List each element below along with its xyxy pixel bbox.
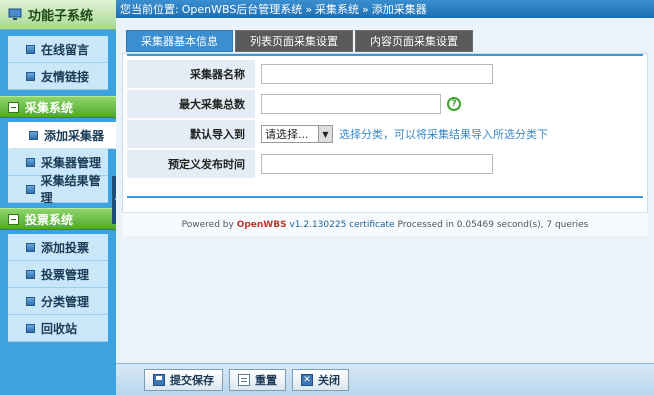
close-icon: ✕ xyxy=(301,373,313,386)
item-icon xyxy=(26,242,35,252)
item-icon xyxy=(26,323,35,333)
processed-text: Processed in 0.05469 second(s), 7 querie… xyxy=(397,219,589,230)
close-button-label: 关闭 xyxy=(318,373,340,387)
sidebar-item-label: 采集器管理 xyxy=(41,155,102,170)
item-icon xyxy=(26,157,35,167)
sidebar-item-guestbook[interactable]: 在线留言 xyxy=(8,36,108,63)
item-icon xyxy=(26,184,35,194)
breadcrumb-current: 添加采集器 xyxy=(371,3,427,16)
form-row-time: 预定义发布时间 xyxy=(127,150,643,178)
item-icon xyxy=(29,130,38,140)
section-header-collect[interactable]: 采集系统 xyxy=(0,96,116,118)
breadcrumb-separator: » xyxy=(305,2,313,16)
save-button-label: 提交保存 xyxy=(170,373,214,387)
sidebar-item-label: 添加采集器 xyxy=(44,128,105,143)
publish-time-label: 预定义发布时间 xyxy=(127,150,255,178)
item-icon xyxy=(26,296,35,306)
max-count-label: 最大采集总数 xyxy=(127,90,255,118)
sidebar-item-label: 回收站 xyxy=(41,321,78,336)
version-text: v1.2.130225 certificate xyxy=(289,219,395,230)
collapse-minus-icon[interactable] xyxy=(8,213,19,225)
save-button[interactable]: 提交保存 xyxy=(144,368,223,391)
sidebar-item-label: 投票管理 xyxy=(41,267,90,282)
sidebar-item-label: 在线留言 xyxy=(41,42,90,57)
category-select-value: 请选择... xyxy=(265,128,309,141)
tab-basic-info[interactable]: 采集器基本信息 xyxy=(126,30,233,52)
powered-text: Powered by xyxy=(181,219,234,230)
default-import-label: 默认导入到 xyxy=(127,120,255,148)
powered-by-footer: Powered by OpenWBS v1.2.130225 certifica… xyxy=(122,212,648,236)
item-icon xyxy=(26,44,35,54)
close-button[interactable]: ✕ 关闭 xyxy=(292,368,349,391)
breadcrumb-link-home[interactable]: OpenWBS后台管理系统 xyxy=(182,1,303,17)
main-content: 采集器基本信息 列表页面采集设置 内容页面采集设置 采集器名称 最大采集总数 ?… xyxy=(116,18,654,363)
publish-time-input[interactable] xyxy=(261,154,493,174)
monitor-icon xyxy=(8,8,22,20)
collapse-minus-icon[interactable] xyxy=(8,101,19,113)
panel-bottom-line xyxy=(127,196,643,198)
sidebar-item-label: 分类管理 xyxy=(41,294,90,309)
sidebar-item-label: 采集结果管理 xyxy=(40,174,101,205)
section-title: 采集系统 xyxy=(25,100,74,115)
save-icon xyxy=(153,373,165,386)
import-hint: 选择分类，可以将采集结果导入所选分类下 xyxy=(339,128,548,141)
sidebar-header: 功能子系统 xyxy=(0,0,116,30)
reset-button[interactable]: 重置 xyxy=(229,368,286,391)
sidebar-item-label: 友情链接 xyxy=(41,69,90,84)
sidebar-item-category-manage[interactable]: 分类管理 xyxy=(8,288,108,315)
chevron-down-icon[interactable]: ▼ xyxy=(318,126,332,142)
form-row-name: 采集器名称 xyxy=(127,60,643,88)
sidebar: 功能子系统 在线留言 友情链接 采集系统 添加采集器 采集器管理 采集结果管理 … xyxy=(0,0,116,395)
collector-name-label: 采集器名称 xyxy=(127,60,255,88)
breadcrumb-link-collect[interactable]: 采集系统 xyxy=(315,1,359,17)
form-row-import: 默认导入到 请选择... ▼ 选择分类，可以将采集结果导入所选分类下 xyxy=(127,120,643,148)
form-panel: 采集器名称 最大采集总数 ? 默认导入到 请选择... ▼ 选择分类，可以将采集… xyxy=(122,53,648,235)
reset-button-label: 重置 xyxy=(255,373,277,387)
collector-name-input[interactable] xyxy=(261,64,493,84)
sidebar-item-add-vote[interactable]: 添加投票 xyxy=(8,234,108,261)
action-bar: 提交保存 重置 ✕ 关闭 xyxy=(116,363,654,395)
tab-list-page-settings[interactable]: 列表页面采集设置 xyxy=(235,30,353,52)
max-count-input[interactable] xyxy=(261,94,441,114)
breadcrumb: 您当前位置: OpenWBS后台管理系统 » 采集系统 » 添加采集器 xyxy=(116,0,654,18)
sidebar-title: 功能子系统 xyxy=(28,9,94,24)
section-header-vote[interactable]: 投票系统 xyxy=(0,208,116,230)
help-icon[interactable]: ? xyxy=(447,97,461,111)
category-select[interactable]: 请选择... ▼ xyxy=(261,125,333,143)
form-row-max: 最大采集总数 ? xyxy=(127,90,643,118)
sidebar-item-vote-manage[interactable]: 投票管理 xyxy=(8,261,108,288)
sidebar-item-recycle-bin[interactable]: 回收站 xyxy=(8,315,108,342)
sidebar-item-links[interactable]: 友情链接 xyxy=(8,63,108,90)
item-icon xyxy=(26,71,35,81)
sidebar-item-label: 添加投票 xyxy=(41,240,90,255)
section-title: 投票系统 xyxy=(25,212,74,227)
brand-name: OpenWBS xyxy=(236,219,287,230)
sidebar-item-add-collector[interactable]: 添加采集器 xyxy=(8,122,116,149)
item-icon xyxy=(26,269,35,279)
document-icon xyxy=(238,373,250,386)
breadcrumb-separator: » xyxy=(362,2,369,16)
panel-top-line xyxy=(127,54,643,56)
tab-content-page-settings[interactable]: 内容页面采集设置 xyxy=(355,30,473,52)
tab-bar: 采集器基本信息 列表页面采集设置 内容页面采集设置 xyxy=(126,30,475,52)
sidebar-item-collect-results[interactable]: 采集结果管理 xyxy=(8,174,108,205)
breadcrumb-prefix: 您当前位置: xyxy=(120,3,179,16)
